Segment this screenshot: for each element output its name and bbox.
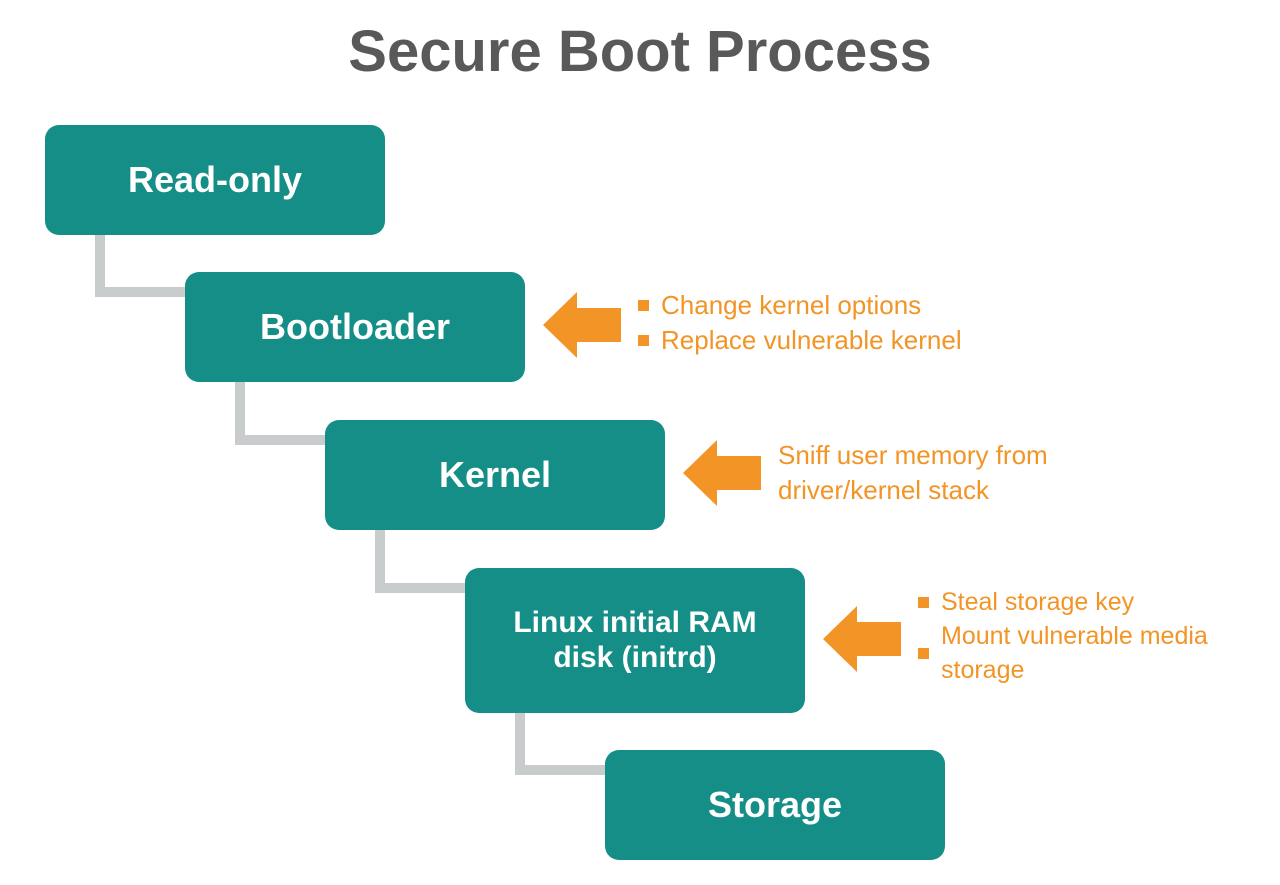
box-label: Kernel bbox=[439, 454, 551, 496]
annotation-item: Mount vulnerable media storage bbox=[941, 620, 1258, 688]
annotation-text: driver/kernel stack bbox=[778, 475, 989, 505]
annotation-item: Steal storage key bbox=[941, 586, 1134, 620]
arrow-left-icon bbox=[823, 600, 901, 678]
arrow-left-icon bbox=[683, 434, 761, 512]
box-label: Bootloader bbox=[260, 306, 450, 348]
diagram-canvas: Secure Boot Process Read-only Bootloader… bbox=[0, 0, 1280, 885]
box-bootloader: Bootloader bbox=[185, 272, 525, 382]
box-label: Read-only bbox=[128, 159, 302, 201]
arrow-left-icon bbox=[543, 286, 621, 364]
box-label: Storage bbox=[708, 784, 842, 826]
annotation-item: Change kernel options bbox=[661, 288, 921, 323]
box-label: Linux initial RAM disk (initrd) bbox=[513, 606, 756, 675]
box-initrd: Linux initial RAM disk (initrd) bbox=[465, 568, 805, 713]
annotation-bootloader: Change kernel options Replace vulnerable… bbox=[638, 288, 1198, 358]
box-storage: Storage bbox=[605, 750, 945, 860]
annotation-item: Replace vulnerable kernel bbox=[661, 323, 962, 358]
annotation-kernel: Sniff user memory from driver/kernel sta… bbox=[778, 438, 1198, 508]
diagram-title: Secure Boot Process bbox=[0, 18, 1280, 85]
annotation-text: Sniff user memory from bbox=[778, 440, 1048, 470]
annotation-initrd: Steal storage key Mount vulnerable media… bbox=[918, 586, 1258, 687]
box-read-only: Read-only bbox=[45, 125, 385, 235]
box-kernel: Kernel bbox=[325, 420, 665, 530]
